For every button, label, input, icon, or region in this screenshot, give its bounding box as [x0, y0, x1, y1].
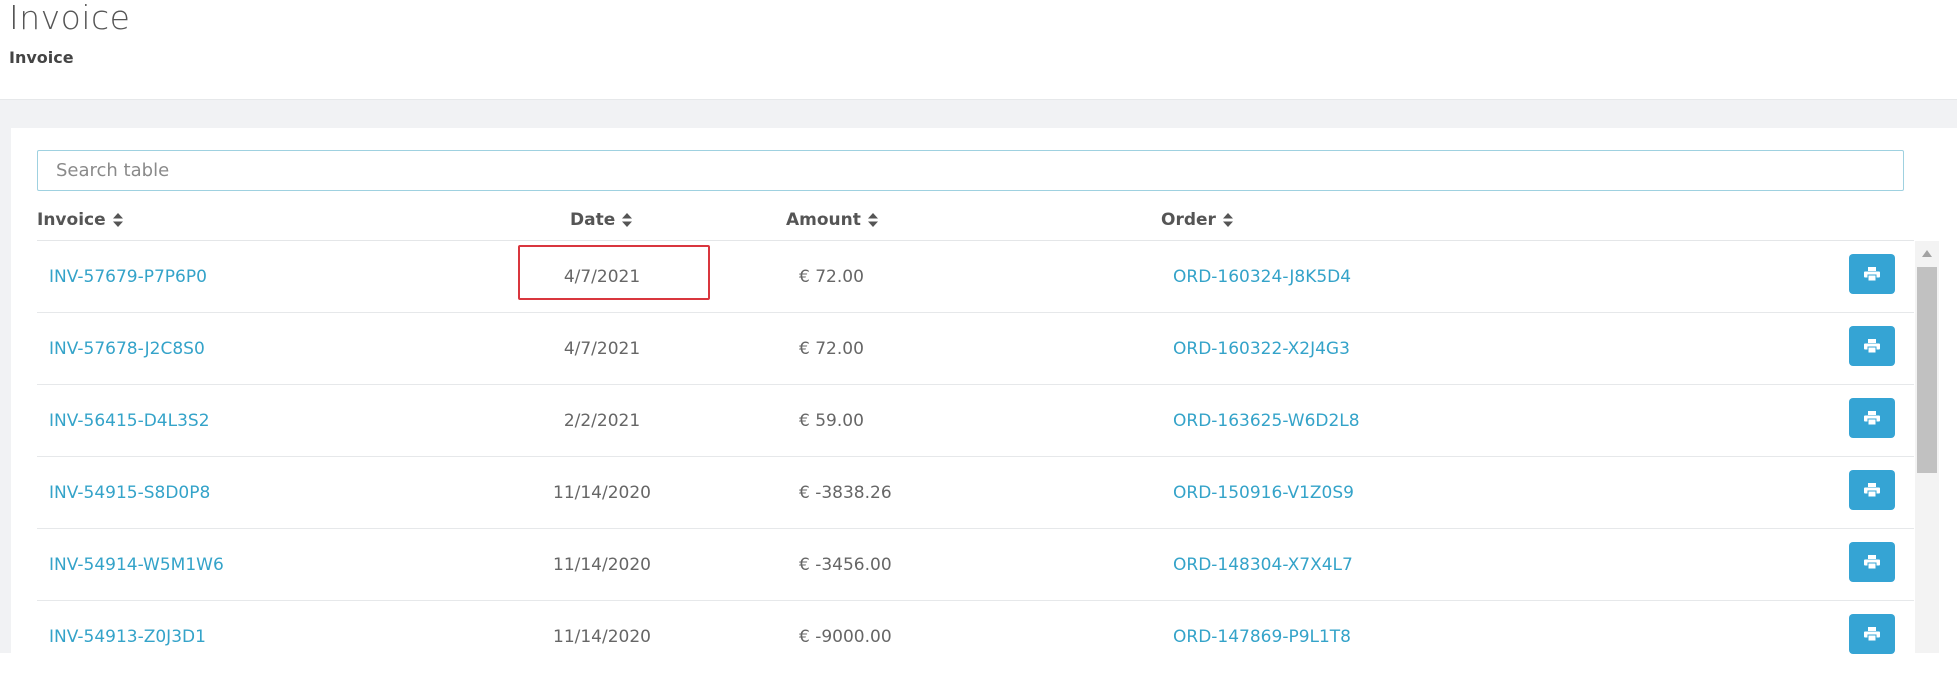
sort-icon [867, 213, 878, 227]
order-link[interactable]: ORD-160322-X2J4G3 [1173, 313, 1350, 385]
column-header-label: Order [1161, 210, 1216, 230]
table-scrollbar[interactable] [1915, 241, 1939, 653]
invoice-link[interactable]: INV-54915-S8D0P8 [49, 457, 210, 529]
column-header-label: Invoice [37, 210, 106, 230]
invoice-link[interactable]: INV-57678-J2C8S0 [49, 313, 205, 385]
column-header-order[interactable]: Order [1161, 205, 1233, 235]
invoice-link[interactable]: INV-54913-Z0J3D1 [49, 601, 206, 673]
table-row: INV-54914-W5M1W6 11/14/2020 € -3456.00 O… [37, 529, 1914, 601]
table-row: INV-57678-J2C8S0 4/7/2021 € 72.00 ORD-16… [37, 313, 1914, 385]
print-icon [1864, 483, 1880, 497]
scroll-up-button[interactable] [1915, 241, 1939, 265]
table-row: INV-54915-S8D0P8 11/14/2020 € -3838.26 O… [37, 457, 1914, 529]
invoice-link[interactable]: INV-56415-D4L3S2 [49, 385, 210, 457]
amount-cell: € 59.00 [799, 411, 864, 431]
scroll-up-arrow-icon [1922, 249, 1932, 257]
column-header-label: Amount [786, 210, 861, 230]
date-cell: 4/7/2021 [563, 267, 641, 287]
amount-cell: € 72.00 [799, 339, 864, 359]
page-header: Invoice Invoice [0, 0, 1957, 100]
column-header-invoice[interactable]: Invoice [37, 205, 123, 235]
table-row: INV-57679-P7P6P0 4/7/2021 € 72.00 ORD-16… [37, 241, 1914, 313]
amount-cell: € -9000.00 [799, 627, 892, 647]
print-button[interactable] [1849, 614, 1895, 654]
order-link[interactable]: ORD-150916-V1Z0S9 [1173, 457, 1354, 529]
order-link[interactable]: ORD-148304-X7X4L7 [1173, 529, 1353, 601]
print-icon [1864, 267, 1880, 281]
search-input[interactable] [37, 150, 1904, 191]
breadcrumb[interactable]: Invoice [9, 48, 74, 67]
print-button[interactable] [1849, 254, 1895, 294]
date-cell: 11/14/2020 [553, 627, 651, 647]
print-button[interactable] [1849, 542, 1895, 582]
invoice-link[interactable]: INV-57679-P7P6P0 [49, 241, 207, 313]
date-cell: 11/14/2020 [553, 483, 651, 503]
amount-cell: € -3838.26 [799, 483, 892, 503]
print-icon [1864, 627, 1880, 641]
order-link[interactable]: ORD-147869-P9L1T8 [1173, 601, 1351, 673]
column-header-amount[interactable]: Amount [786, 205, 878, 235]
order-link[interactable]: ORD-160324-J8K5D4 [1173, 241, 1351, 313]
print-button[interactable] [1849, 398, 1895, 438]
date-cell: 4/7/2021 [563, 339, 641, 359]
amount-cell: € -3456.00 [799, 555, 892, 575]
table-row: INV-56415-D4L3S2 2/2/2021 € 59.00 ORD-16… [37, 385, 1914, 457]
sort-icon [622, 213, 633, 227]
column-header-label: Date [570, 210, 616, 230]
column-header-date[interactable]: Date [570, 205, 633, 235]
sort-icon [112, 213, 123, 227]
sort-icon [1222, 213, 1233, 227]
scroll-thumb[interactable] [1917, 267, 1937, 473]
amount-cell: € 72.00 [799, 267, 864, 287]
order-link[interactable]: ORD-163625-W6D2L8 [1173, 385, 1360, 457]
print-button[interactable] [1849, 326, 1895, 366]
date-cell: 2/2/2021 [563, 411, 641, 431]
print-icon [1864, 555, 1880, 569]
date-cell: 11/14/2020 [553, 555, 651, 575]
page-title: Invoice [9, 0, 131, 37]
print-button[interactable] [1849, 470, 1895, 510]
table-row: INV-54913-Z0J3D1 11/14/2020 € -9000.00 O… [37, 601, 1914, 654]
print-icon [1864, 339, 1880, 353]
invoice-link[interactable]: INV-54914-W5M1W6 [49, 529, 224, 601]
print-icon [1864, 411, 1880, 425]
